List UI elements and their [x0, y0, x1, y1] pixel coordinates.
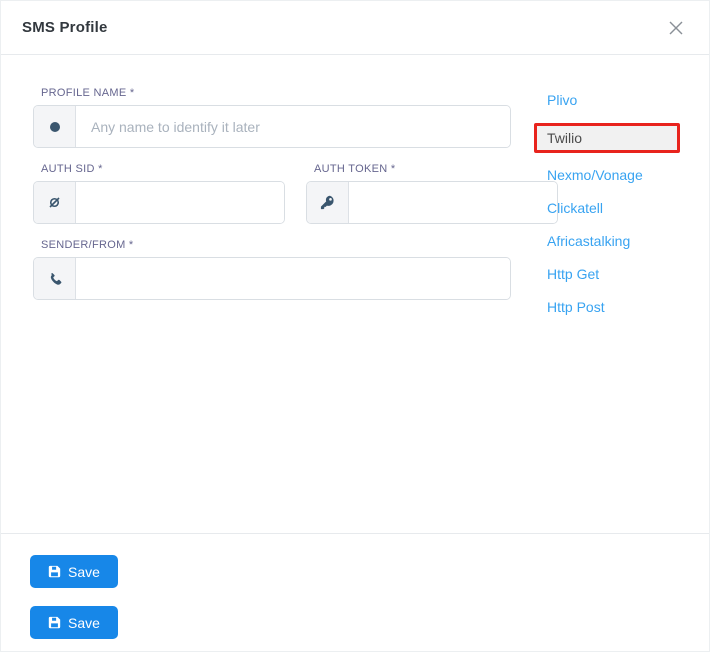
provider-item-africastalking[interactable]: Africastalking: [534, 231, 680, 251]
modal-header: SMS Profile: [1, 1, 709, 55]
provider-list: Plivo Twilio Nexmo/Vonage Clickatell Afr…: [534, 90, 680, 330]
close-button[interactable]: [665, 17, 687, 39]
profile-name-field-group: PROFILE NAME *: [33, 87, 511, 148]
auth-row: AUTH SID * AUTH TOKEN *: [33, 163, 511, 239]
save-button-label: Save: [68, 615, 100, 631]
modal-body: PROFILE NAME * AUTH SID *: [1, 55, 709, 535]
sms-profile-modal: SMS Profile PROFILE NAME *: [0, 0, 710, 652]
phone-icon: [34, 258, 76, 299]
auth-token-input-group: [306, 181, 558, 224]
sms-profile-form: PROFILE NAME * AUTH SID *: [33, 87, 511, 315]
sender-from-label: SENDER/FROM *: [41, 239, 511, 252]
save-button-label: Save: [68, 564, 100, 580]
circle-icon: [34, 106, 76, 147]
save-floppy-icon: [48, 565, 61, 578]
close-icon: [667, 19, 685, 37]
key-icon: [307, 182, 349, 223]
provider-item-http-get[interactable]: Http Get: [534, 264, 680, 284]
profile-name-label: PROFILE NAME *: [41, 87, 511, 100]
profile-name-input[interactable]: [76, 106, 510, 147]
auth-sid-input[interactable]: [76, 182, 284, 223]
provider-item-http-post[interactable]: Http Post: [534, 297, 680, 317]
auth-sid-label: AUTH SID *: [41, 163, 285, 176]
modal-footer: Save Save: [1, 533, 709, 651]
auth-token-field-group: AUTH TOKEN *: [306, 163, 558, 224]
sender-from-input-group: [33, 257, 511, 300]
auth-token-label: AUTH TOKEN *: [314, 163, 558, 176]
save-floppy-icon: [48, 616, 61, 629]
save-button-secondary[interactable]: Save: [30, 606, 118, 639]
provider-item-clickatell[interactable]: Clickatell: [534, 198, 680, 218]
modal-title: SMS Profile: [22, 19, 108, 36]
sender-from-field-group: SENDER/FROM *: [33, 239, 511, 300]
auth-sid-field-group: AUTH SID *: [33, 163, 285, 224]
provider-item-nexmo-vonage[interactable]: Nexmo/Vonage: [534, 165, 680, 185]
provider-item-twilio-selected[interactable]: Twilio: [534, 123, 680, 153]
auth-token-input[interactable]: [349, 182, 557, 223]
auth-sid-input-group: [33, 181, 285, 224]
sender-from-input[interactable]: [76, 258, 510, 299]
provider-item-plivo[interactable]: Plivo: [534, 90, 680, 110]
save-button[interactable]: Save: [30, 555, 118, 588]
slashed-circle-icon: [34, 182, 76, 223]
profile-name-input-group: [33, 105, 511, 148]
